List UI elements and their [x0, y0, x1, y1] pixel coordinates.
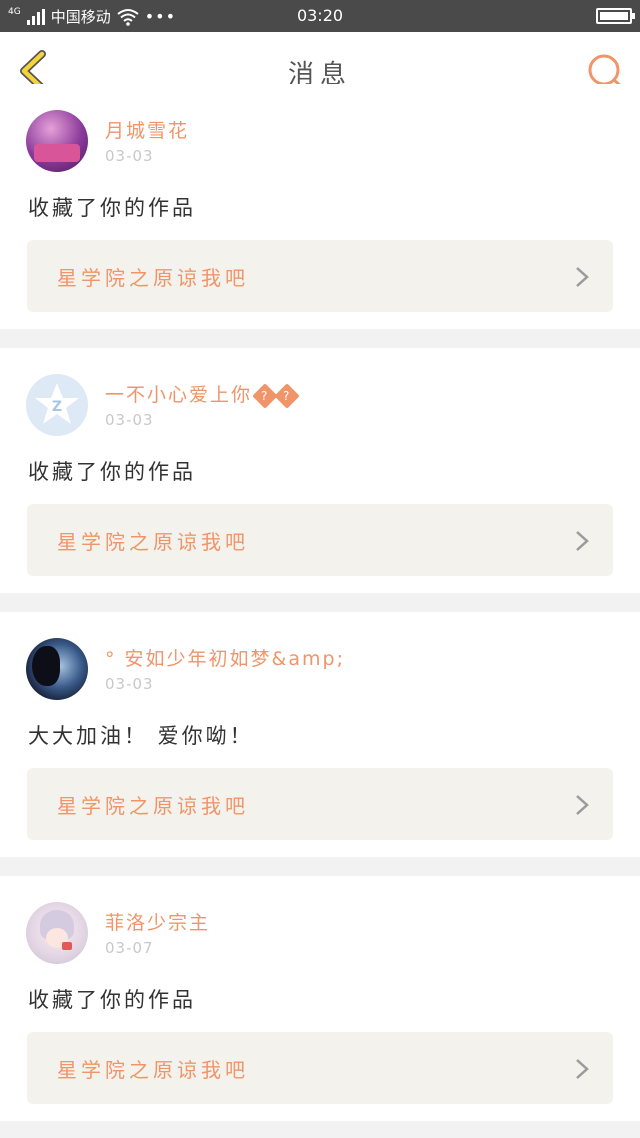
avatar[interactable]: Z [26, 374, 88, 436]
message-date: 03-03 [105, 411, 154, 429]
message-card: ° 安如少年初如梦&amp; 03-03 大大加油！ 爱你呦！ 星学院之原谅我吧 [0, 612, 640, 857]
battery-icon [596, 8, 635, 24]
svg-text:Z: Z [52, 399, 62, 415]
username[interactable]: 一不小心爱上你?? [105, 380, 300, 409]
username[interactable]: 月城雪花 [105, 116, 189, 143]
status-bar: 4G 中国移动 ••• 03:20 [0, 0, 640, 32]
avatar[interactable] [26, 638, 88, 700]
unknown-char-icon: ? [274, 383, 300, 409]
avatar[interactable] [26, 110, 88, 172]
message-text: 收藏了你的作品 [28, 460, 196, 484]
work-link[interactable]: 星学院之原谅我吧 [27, 240, 613, 312]
status-time: 03:20 [296, 6, 344, 25]
message-text: 收藏了你的作品 [28, 988, 196, 1012]
message-text: 收藏了你的作品 [28, 196, 196, 220]
default-avatar-icon: Z [35, 383, 79, 424]
message-card: Z 一不小心爱上你?? 03-03 收藏了你的作品 星学院之原谅我吧 [0, 348, 640, 593]
chevron-right-icon [576, 1059, 589, 1079]
message-text: 大大加油！ 爱你呦！ [28, 724, 254, 748]
chevron-right-icon [576, 531, 589, 551]
work-link[interactable]: 星学院之原谅我吧 [27, 1032, 613, 1104]
work-title: 星学院之原谅我吧 [57, 1058, 249, 1082]
chevron-right-icon [576, 267, 589, 287]
work-link[interactable]: 星学院之原谅我吧 [27, 768, 613, 840]
work-link[interactable]: 星学院之原谅我吧 [27, 504, 613, 576]
username-text: 一不小心爱上你 [105, 384, 253, 406]
message-date: 03-03 [105, 675, 154, 693]
username[interactable]: ° 安如少年初如梦&amp; [105, 644, 345, 671]
message-card: 菲洛少宗主 03-07 收藏了你的作品 星学院之原谅我吧 [0, 876, 640, 1121]
message-card: 月城雪花 03-03 收藏了你的作品 星学院之原谅我吧 [0, 84, 640, 329]
avatar[interactable] [26, 902, 88, 964]
message-date: 03-03 [105, 147, 154, 165]
username[interactable]: 菲洛少宗主 [105, 908, 210, 935]
work-title: 星学院之原谅我吧 [57, 266, 249, 290]
message-date: 03-07 [105, 939, 154, 957]
work-title: 星学院之原谅我吧 [57, 794, 249, 818]
chevron-right-icon [576, 795, 589, 815]
work-title: 星学院之原谅我吧 [57, 530, 249, 554]
